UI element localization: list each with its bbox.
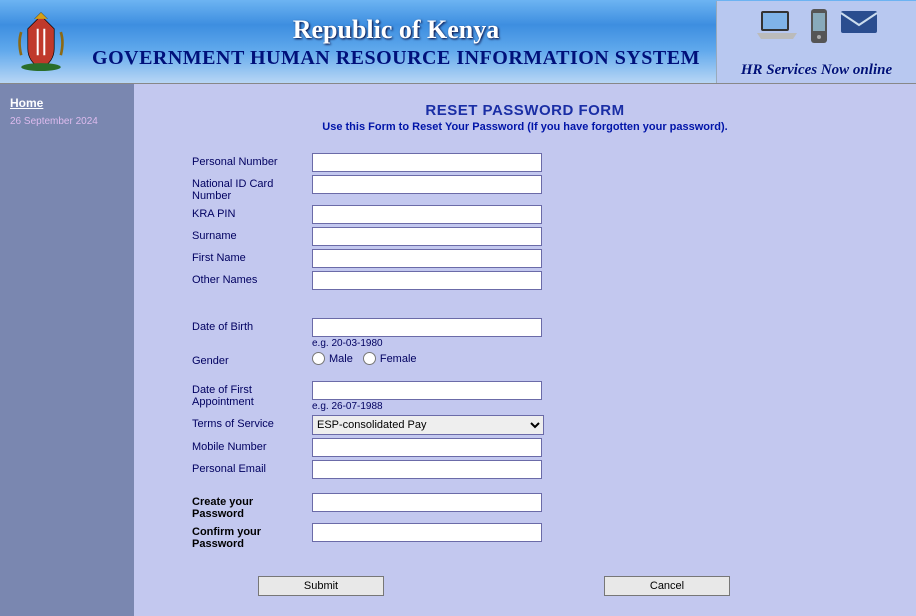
personal-number-input[interactable] xyxy=(312,153,542,172)
cancel-button[interactable]: Cancel xyxy=(604,576,730,596)
label-national-id: National ID Card Number xyxy=(192,175,312,202)
label-kra-pin: KRA PIN xyxy=(192,205,312,220)
reset-password-form: Personal Number National ID Card Number … xyxy=(192,153,886,596)
label-surname: Surname xyxy=(192,227,312,242)
header-promo: HR Services Now online xyxy=(716,1,916,83)
first-name-input[interactable] xyxy=(312,249,542,268)
header-titles: Republic of Kenya GOVERNMENT HUMAN RESOU… xyxy=(76,13,716,70)
phone-icon xyxy=(809,7,829,48)
coat-of-arms-icon xyxy=(6,7,76,77)
terms-of-service-select[interactable]: ESP-consolidated Pay xyxy=(312,415,544,435)
sidebar: Home 26 September 2024 xyxy=(0,84,134,616)
hint-dob: e.g. 20-03-1980 xyxy=(312,338,542,349)
submit-button[interactable]: Submit xyxy=(258,576,384,596)
national-id-input[interactable] xyxy=(312,175,542,194)
label-gender: Gender xyxy=(192,352,312,367)
label-create-password: Create your Password xyxy=(192,493,312,520)
dob-input[interactable] xyxy=(312,318,542,337)
laptop-icon xyxy=(755,7,799,48)
surname-input[interactable] xyxy=(312,227,542,246)
label-first-name: First Name xyxy=(192,249,312,264)
header-title: Republic of Kenya xyxy=(76,15,716,45)
label-terms: Terms of Service xyxy=(192,415,312,430)
confirm-password-input[interactable] xyxy=(312,523,542,542)
gender-male-radio[interactable] xyxy=(312,352,325,365)
email-input[interactable] xyxy=(312,460,542,479)
other-names-input[interactable] xyxy=(312,271,542,290)
app-header: Republic of Kenya GOVERNMENT HUMAN RESOU… xyxy=(0,0,916,84)
label-male: Male xyxy=(329,353,353,365)
mobile-input[interactable] xyxy=(312,438,542,457)
create-password-input[interactable] xyxy=(312,493,542,512)
label-other-names: Other Names xyxy=(192,271,312,286)
hint-first-appointment: e.g. 26-07-1988 xyxy=(312,401,542,412)
label-dob: Date of Birth xyxy=(192,318,312,333)
form-title: RESET PASSWORD FORM xyxy=(164,102,886,119)
label-mobile: Mobile Number xyxy=(192,438,312,453)
main-area: Home 26 September 2024 RESET PASSWORD FO… xyxy=(0,84,916,616)
mail-icon xyxy=(839,7,879,48)
kra-pin-input[interactable] xyxy=(312,205,542,224)
form-subtitle: Use this Form to Reset Your Password (If… xyxy=(164,121,886,133)
content-panel: RESET PASSWORD FORM Use this Form to Res… xyxy=(134,84,916,616)
label-email: Personal Email xyxy=(192,460,312,475)
label-first-appointment: Date of First Appointment xyxy=(192,381,312,408)
label-personal-number: Personal Number xyxy=(192,153,312,168)
home-link[interactable]: Home xyxy=(10,96,43,110)
first-appointment-input[interactable] xyxy=(312,381,542,400)
header-slogan: HR Services Now online xyxy=(741,62,892,79)
label-female: Female xyxy=(380,353,417,365)
label-confirm-password: Confirm your Password xyxy=(192,523,312,550)
sidebar-date: 26 September 2024 xyxy=(10,116,124,127)
gender-female-radio[interactable] xyxy=(363,352,376,365)
header-subtitle: GOVERNMENT HUMAN RESOURCE INFORMATION SY… xyxy=(76,47,716,70)
